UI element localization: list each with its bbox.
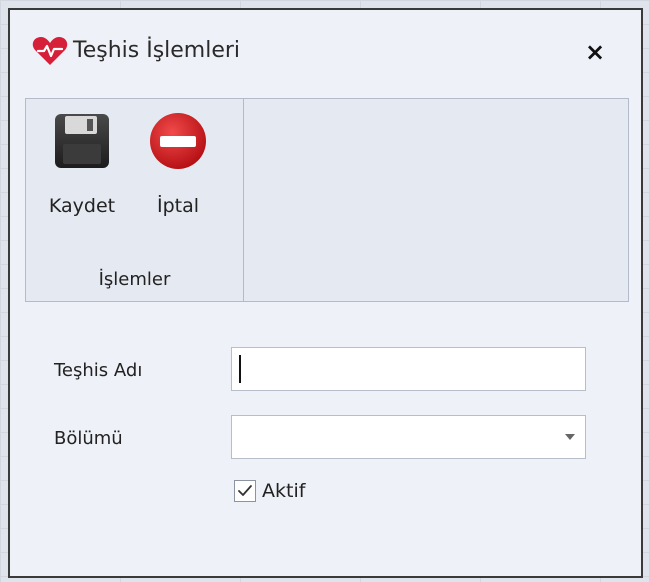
dialog-titlebar[interactable]: Teşhis İşlemleri × [10,10,641,96]
ribbon-group-label: İşlemler [98,269,171,290]
close-button[interactable]: × [575,32,615,72]
heart-icon [32,36,68,66]
department-select[interactable] [231,415,586,459]
chevron-down-icon[interactable] [565,434,575,440]
stop-sign-icon [146,109,210,173]
active-checkbox-label: Aktif [262,480,306,502]
department-label: Bölümü [54,428,123,449]
diagnosis-name-input[interactable] [231,347,586,391]
cancel-button[interactable]: İptal [138,109,218,217]
ribbon-toolbar: Kaydet İptal İşlemler [25,98,629,302]
diagnosis-dialog: Teşhis İşlemleri × Kaydet İptal İşlemler… [8,8,643,578]
active-checkbox-row[interactable]: Aktif [234,480,305,502]
save-button[interactable]: Kaydet [40,109,124,217]
checkmark-icon [238,485,252,496]
diagnosis-name-label: Teşhis Adı [54,360,143,381]
close-icon: × [584,38,606,66]
save-button-label: Kaydet [48,195,116,217]
ribbon-group-operations: Kaydet İptal İşlemler [26,99,244,301]
active-checkbox[interactable] [234,480,256,502]
cancel-button-label: İptal [156,195,200,217]
dialog-title: Teşhis İşlemleri [73,38,241,63]
floppy-disk-icon [50,109,114,173]
text-caret [239,355,241,383]
